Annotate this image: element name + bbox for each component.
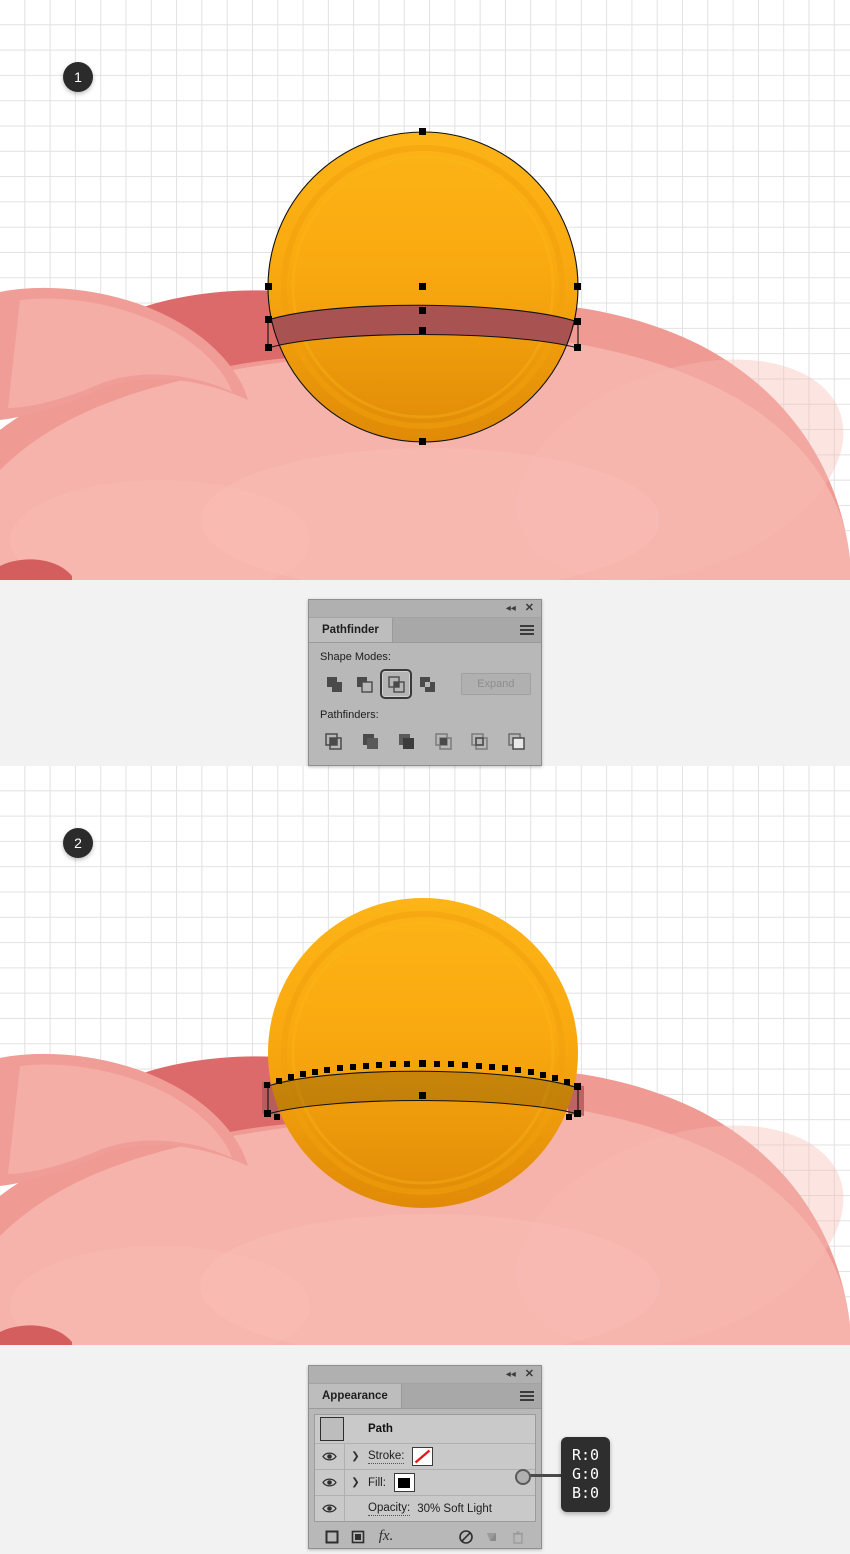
delete-item-icon[interactable]	[505, 1527, 531, 1547]
expand-button[interactable]: Expand	[460, 673, 531, 695]
clear-appearance-icon[interactable]	[453, 1527, 479, 1547]
tab-label: Pathfinder	[322, 624, 379, 636]
callout-anchor-knob	[515, 1469, 531, 1485]
shape-mode-exclude-button[interactable]	[412, 670, 442, 698]
opacity-label: Opacity:	[368, 1501, 411, 1516]
rgb-g-value: G:0	[572, 1465, 600, 1483]
opacity-value[interactable]: 30% Soft Light	[417, 1503, 492, 1515]
step-badge-1: 1	[63, 62, 93, 92]
illustration-step-2	[0, 898, 850, 1345]
close-icon[interactable]: ✕	[525, 603, 534, 614]
pathfinder-minus-back-button[interactable]	[502, 727, 532, 755]
object-thumbnail	[320, 1417, 344, 1441]
step-number: 2	[74, 835, 82, 851]
tab-pathfinder[interactable]: Pathfinder	[309, 618, 393, 642]
double-chevron-left-icon[interactable]: ◂◂	[506, 1369, 516, 1380]
appearance-attribute-list: Path ❯ Stroke: ❯ Fill: Opacity: 30% Soft…	[314, 1414, 536, 1522]
tab-label: Appearance	[322, 1390, 388, 1402]
appearance-object-row[interactable]: Path	[315, 1415, 535, 1444]
pathfinder-merge-button[interactable]	[392, 727, 422, 755]
stroke-swatch-none[interactable]	[412, 1447, 434, 1466]
panel-titlebar: ◂◂ ✕	[309, 600, 541, 618]
shape-modes-row: Expand	[319, 669, 531, 699]
appearance-body: Path ❯ Stroke: ❯ Fill: Opacity: 30% Soft…	[309, 1409, 541, 1548]
pathfinder-trim-button[interactable]	[356, 727, 386, 755]
tutorial-page: 1 ◂◂ ✕ Pathfinder Shape Modes: Expand Pa…	[0, 0, 850, 1554]
shape-mode-unite-button[interactable]	[319, 670, 349, 698]
appearance-row-opacity[interactable]: Opacity: 30% Soft Light	[315, 1496, 535, 1521]
pathfinder-divide-button[interactable]	[319, 727, 349, 755]
close-icon[interactable]: ✕	[525, 1369, 534, 1380]
panel-tab-row: Pathfinder	[309, 618, 541, 643]
pathfinders-row	[319, 727, 531, 755]
fill-swatch-black[interactable]	[393, 1473, 415, 1492]
appearance-row-fill[interactable]: ❯ Fill:	[315, 1470, 535, 1496]
shape-mode-intersect-button[interactable]	[379, 669, 413, 699]
pathfinder-panel[interactable]: ◂◂ ✕ Pathfinder Shape Modes: Expand Path…	[308, 599, 542, 766]
pathfinder-outline-button[interactable]	[465, 727, 495, 755]
add-new-fill-icon[interactable]	[345, 1527, 371, 1547]
shape-modes-label: Shape Modes:	[320, 651, 391, 663]
visibility-eye-icon[interactable]	[315, 1470, 345, 1495]
shape-mode-minus-front-button[interactable]	[349, 670, 379, 698]
appearance-panel[interactable]: ◂◂ ✕ Appearance Path ❯ Stroke: ❯ Fill: O…	[308, 1365, 542, 1549]
step-number: 1	[74, 69, 82, 85]
pathfinder-body: Shape Modes: Expand Pathfinders:	[309, 643, 541, 765]
rgb-r-value: R:0	[572, 1446, 600, 1464]
double-chevron-left-icon[interactable]: ◂◂	[506, 603, 516, 614]
panel-tab-row: Appearance	[309, 1384, 541, 1409]
visibility-eye-icon[interactable]	[315, 1444, 345, 1469]
artboard-step-1: 1	[0, 0, 850, 580]
object-type-label: Path	[368, 1423, 393, 1435]
rgb-color-callout: R:0 G:0 B:0	[561, 1437, 611, 1512]
expand-chevron-icon[interactable]: ❯	[345, 1451, 366, 1462]
panel-titlebar: ◂◂ ✕	[309, 1366, 541, 1384]
appearance-row-stroke[interactable]: ❯ Stroke:	[315, 1444, 535, 1470]
tab-filler	[392, 618, 541, 642]
visibility-eye-icon[interactable]	[315, 1496, 345, 1521]
expand-label: Expand	[477, 678, 515, 690]
duplicate-item-icon[interactable]	[479, 1527, 505, 1547]
rgb-b-value: B:0	[572, 1484, 600, 1502]
add-new-stroke-icon[interactable]	[319, 1527, 345, 1547]
tab-appearance[interactable]: Appearance	[309, 1384, 402, 1408]
step-badge-2: 2	[63, 828, 93, 858]
swatch-color	[398, 1477, 411, 1488]
add-new-effect-icon[interactable]: fx.	[371, 1527, 401, 1547]
artboard-step-2: 2	[0, 766, 850, 1345]
fill-label: Fill:	[368, 1476, 386, 1489]
panel-menu-icon[interactable]	[520, 1391, 534, 1401]
appearance-footer-toolbar: fx.	[314, 1525, 536, 1548]
pathfinders-label: Pathfinders:	[320, 709, 379, 721]
illustration-step-1	[0, 128, 850, 580]
stroke-label: Stroke:	[368, 1449, 405, 1464]
pathfinder-crop-button[interactable]	[429, 727, 459, 755]
expand-chevron-icon[interactable]: ❯	[345, 1477, 366, 1488]
panel-menu-icon[interactable]	[520, 625, 534, 635]
